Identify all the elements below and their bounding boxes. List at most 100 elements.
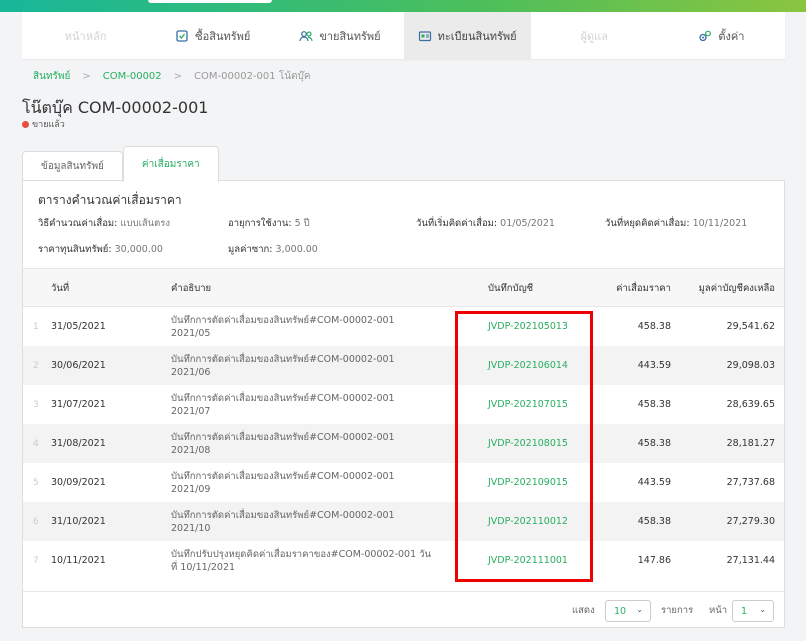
row-journal-link[interactable]: JVDP-202106014 xyxy=(488,346,568,385)
items-label: รายการ xyxy=(661,605,694,616)
register-icon xyxy=(418,30,431,41)
tab-depreciation[interactable]: ค่าเสื่อมราคา xyxy=(122,146,219,182)
info-life: อายุการใช้งาน: 5 ปี xyxy=(228,218,310,229)
nav-label-home: หน้าหลัก xyxy=(64,29,107,43)
nav-item-sell[interactable]: ขายสินทรัพย์ xyxy=(276,12,403,59)
rows-per-page-select[interactable]: 10 ⌄ xyxy=(605,600,651,622)
row-journal-link[interactable]: JVDP-202108015 xyxy=(488,424,568,463)
row-description: บันทึกการตัดค่าเสื่อมของสินทรัพย์#COM-00… xyxy=(171,431,395,456)
row-depreciation: 458.38 xyxy=(637,438,671,449)
row-description: บันทึกปรับปรุงหยุดคิดค่าเสื่อมราคาของ#CO… xyxy=(171,548,431,573)
th-book-value[interactable]: มูลค่าบัญชีคงเหลือ xyxy=(683,269,775,308)
row-depreciation: 443.59 xyxy=(637,477,671,488)
top-gradient-bar xyxy=(0,0,806,12)
row-number: 1 xyxy=(33,321,39,332)
users-icon xyxy=(299,30,313,41)
row-book-value: 27,131.44 xyxy=(726,555,775,566)
breadcrumb: สินทรัพย์ > COM-00002 > COM-00002-001 โน… xyxy=(33,69,311,84)
table-row: 6 31/10/2021 บันทึกการตัดค่าเสื่อมของสินทร… xyxy=(23,502,784,541)
breadcrumb-root[interactable]: สินทรัพย์ xyxy=(33,69,70,84)
chevron-down-icon: ⌄ xyxy=(759,605,766,614)
info-cost: ราคาทุนสินทรัพย์: 30,000.00 xyxy=(38,244,163,255)
row-number: 4 xyxy=(33,438,39,449)
nav-label-sell: ขายสินทรัพย์ xyxy=(319,29,381,43)
info-salvage: มูลค่าซาก: 3,000.00 xyxy=(228,244,318,255)
row-date: 30/09/2021 xyxy=(51,477,106,488)
info-method: วิธีคำนวณค่าเสื่อม: แบบเส้นตรง xyxy=(38,218,171,229)
nav-label-register: ทะเบียนสินทรัพย์ xyxy=(437,29,517,43)
tab-asset-info[interactable]: ข้อมูลสินทรัพย์ xyxy=(22,151,123,181)
row-date: 31/07/2021 xyxy=(51,399,106,410)
row-book-value: 29,098.03 xyxy=(726,360,775,371)
th-date[interactable]: วันที่ xyxy=(51,269,69,308)
breadcrumb-current: COM-00002-001 โน้ตบุ๊ค xyxy=(194,71,311,82)
row-number: 2 xyxy=(33,360,39,371)
row-journal-link[interactable]: JVDP-202110012 xyxy=(488,502,568,541)
row-date: 31/10/2021 xyxy=(51,516,106,527)
row-depreciation: 443.59 xyxy=(637,360,671,371)
row-number: 6 xyxy=(33,516,39,527)
table-footer: แสดง 10 ⌄ รายการ หน้า 1 ⌄ xyxy=(23,591,784,628)
nav-label-admin: ผู้ดูแล xyxy=(580,29,608,43)
row-depreciation: 458.38 xyxy=(637,516,671,527)
card-title: ตารางคำนวณค่าเสื่อมราคา xyxy=(38,193,182,207)
breadcrumb-separator: > xyxy=(82,71,91,82)
row-book-value: 27,737.68 xyxy=(726,477,775,488)
row-depreciation: 458.38 xyxy=(637,399,671,410)
th-depreciation[interactable]: ค่าเสื่อมราคา xyxy=(583,269,671,308)
tab-bar: ข้อมูลสินทรัพย์ ค่าเสื่อมราคา xyxy=(22,145,219,182)
table-header: วันที่ คำอธิบาย บันทึกบัญชี ค่าเสื่อมราค… xyxy=(23,268,784,307)
row-book-value: 29,541.62 xyxy=(726,321,775,332)
row-description: บันทึกการตัดค่าเสื่อมของสินทรัพย์#COM-00… xyxy=(171,509,395,534)
row-depreciation: 147.86 xyxy=(637,555,671,566)
row-journal-link[interactable]: JVDP-202109015 xyxy=(488,463,568,502)
top-pill xyxy=(148,0,272,3)
status-badge: ขายแล้ว xyxy=(22,117,65,131)
breadcrumb-separator: > xyxy=(173,71,183,82)
table-row: 1 31/05/2021 บันทึกการตัดค่าเสื่อมของสินทร… xyxy=(23,307,784,346)
row-journal-link[interactable]: JVDP-202111001 xyxy=(488,541,568,580)
row-book-value: 28,181.27 xyxy=(726,438,775,449)
cart-icon xyxy=(176,29,188,42)
status-text: ขายแล้ว xyxy=(32,120,65,130)
row-description: บันทึกการตัดค่าเสื่อมของสินทรัพย์#COM-00… xyxy=(171,392,395,417)
nav-item-settings[interactable]: ตั้งค่า xyxy=(658,12,785,59)
row-book-value: 28,639.65 xyxy=(726,399,775,410)
nav-item-register[interactable]: ทะเบียนสินทรัพย์ xyxy=(403,12,531,59)
row-date: 30/06/2021 xyxy=(51,360,106,371)
status-dot xyxy=(22,120,29,128)
page-label: หน้า xyxy=(709,605,728,616)
nav-item-buy[interactable]: ซื้อสินทรัพย์ xyxy=(149,12,276,59)
page-select[interactable]: 1 ⌄ xyxy=(732,600,774,622)
table-row: 4 31/08/2021 บันทึกการตัดค่าเสื่อมของสินทร… xyxy=(23,424,784,463)
row-journal-link[interactable]: JVDP-202107015 xyxy=(488,385,568,424)
table-row: 2 30/06/2021 บันทึกการตัดค่าเสื่อมของสินทร… xyxy=(23,346,784,385)
row-depreciation: 458.38 xyxy=(637,321,671,332)
nav-label-buy: ซื้อสินทรัพย์ xyxy=(195,29,251,43)
main-nav: หน้าหลัก ซื้อสินทรัพย์ ขายสินทรัพย์ ทะเบ… xyxy=(22,12,785,59)
row-number: 3 xyxy=(33,399,39,410)
nav-item-home[interactable]: หน้าหลัก xyxy=(22,12,149,59)
row-number: 7 xyxy=(33,555,39,566)
table-row: 5 30/09/2021 บันทึกการตัดค่าเสื่อมของสินทร… xyxy=(23,463,784,502)
table-row: 3 31/07/2021 บันทึกการตัดค่าเสื่อมของสินทร… xyxy=(23,385,784,424)
info-stop: วันที่หยุดคิดค่าเสื่อม: 10/11/2021 xyxy=(605,218,748,229)
rows-per-page-label: แสดง xyxy=(572,605,595,616)
row-journal-link[interactable]: JVDP-202105013 xyxy=(488,307,568,346)
depreciation-card: ตารางคำนวณค่าเสื่อมราคา วิธีคำนวณค่าเสื่… xyxy=(22,180,785,628)
row-book-value: 27,279.30 xyxy=(726,516,775,527)
nav-label-settings: ตั้งค่า xyxy=(718,29,745,43)
chevron-down-icon: ⌄ xyxy=(636,605,643,614)
table-row: 7 10/11/2021 บันทึกปรับปรุงหยุดคิดค่าเสื่อ… xyxy=(23,541,784,580)
breadcrumb-parent[interactable]: COM-00002 xyxy=(103,71,162,82)
row-date: 31/08/2021 xyxy=(51,438,106,449)
row-date: 10/11/2021 xyxy=(51,555,106,566)
row-description: บันทึกการตัดค่าเสื่อมของสินทรัพย์#COM-00… xyxy=(171,470,395,495)
info-start: วันที่เริ่มคิดค่าเสื่อม: 01/05/2021 xyxy=(416,218,555,229)
th-journal[interactable]: บันทึกบัญชี xyxy=(488,269,533,308)
nav-item-admin[interactable]: ผู้ดูแล xyxy=(531,12,658,59)
gear-icon xyxy=(699,30,712,41)
row-description: บันทึกการตัดค่าเสื่อมของสินทรัพย์#COM-00… xyxy=(171,314,395,339)
row-description: บันทึกการตัดค่าเสื่อมของสินทรัพย์#COM-00… xyxy=(171,353,395,378)
th-description[interactable]: คำอธิบาย xyxy=(171,269,211,308)
